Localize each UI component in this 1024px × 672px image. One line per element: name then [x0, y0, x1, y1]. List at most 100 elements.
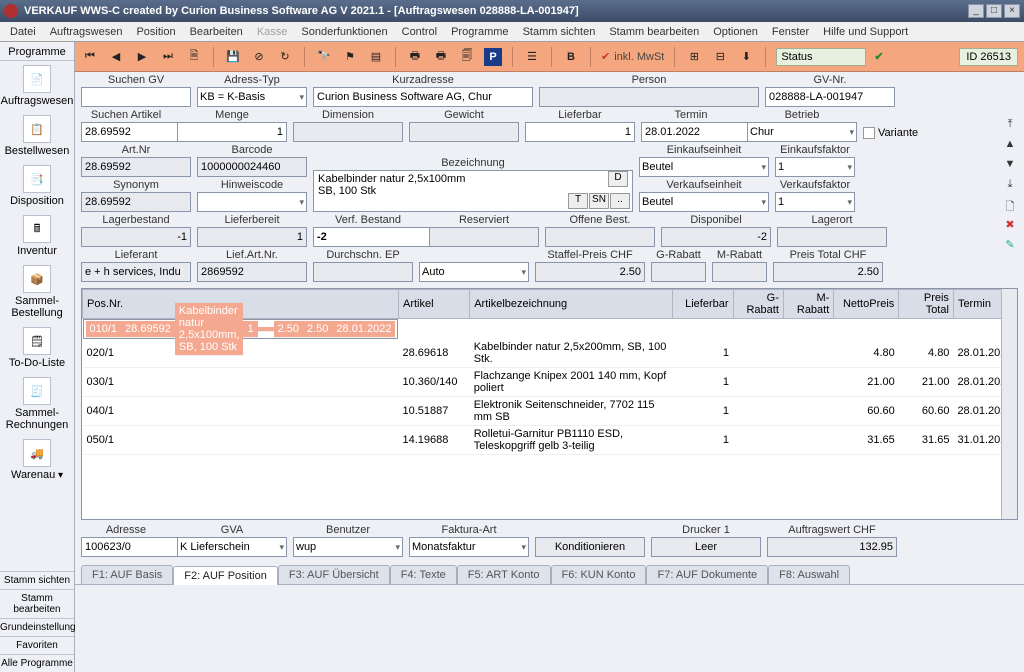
binoculars-icon[interactable]: 🔭 — [315, 48, 333, 66]
save-icon[interactable]: 💾 — [224, 48, 242, 66]
sidebar-item-todo[interactable]: 🗒To-Do-Liste — [0, 323, 74, 373]
print-icon[interactable]: 🖶 — [406, 48, 424, 66]
maximize-button[interactable]: □ — [986, 4, 1002, 18]
delete-row-icon[interactable]: ✖ — [1002, 218, 1018, 232]
scroll-up-icon[interactable]: ▲ — [1002, 138, 1018, 152]
lieferbar-input[interactable] — [525, 122, 635, 142]
menu-control[interactable]: Control — [396, 24, 443, 40]
tab-dokumente[interactable]: F7: AUF Dokumente — [646, 565, 768, 584]
flag-icon[interactable]: ⚑ — [341, 48, 359, 66]
scroll-top-icon[interactable]: ⤒ — [1002, 118, 1018, 132]
sidebar-btn-sichten[interactable]: Stamm sichten — [0, 571, 74, 589]
new-row-icon[interactable]: 🗋 — [1002, 198, 1018, 212]
menu-auftragswesen[interactable]: Auftragswesen — [44, 24, 129, 40]
tab-position[interactable]: F2: AUF Position — [173, 566, 278, 585]
prev-icon[interactable]: ◀ — [107, 48, 125, 66]
sn-button[interactable]: SN — [589, 193, 609, 209]
sidebar-item-disposition[interactable]: 📑Disposition — [0, 161, 74, 211]
tab-uebersicht[interactable]: F3: AUF Übersicht — [278, 565, 390, 584]
parking-icon[interactable]: P — [484, 48, 502, 66]
menge-input[interactable] — [177, 122, 287, 142]
faktura-select[interactable]: Monatsfaktur▾ — [409, 537, 529, 557]
menu-programme[interactable]: Programme — [445, 24, 514, 40]
sidebar-btn-grund[interactable]: Grundeinstellungen — [0, 618, 74, 636]
menu-stamm-bearb[interactable]: Stamm bearbeiten — [603, 24, 705, 40]
sidebar-item-bestellwesen[interactable]: 📋Bestellwesen — [0, 111, 74, 161]
scroll-bottom-icon[interactable]: ⤓ — [1002, 178, 1018, 192]
grid-scrollbar[interactable] — [1001, 289, 1017, 519]
sidebar-item-warenau[interactable]: 🚚Warenau ▾ — [0, 435, 74, 485]
vkf-select[interactable]: 1▾ — [775, 192, 855, 212]
cancel-icon[interactable]: ⊘ — [250, 48, 268, 66]
eke-select[interactable]: Beutel▾ — [639, 157, 769, 177]
sidebar-btn-alle[interactable]: Alle Programme — [0, 654, 74, 672]
right-nav-arrows: ⤒ ▲ ▼ ⤓ 🗋 ✖ ✎ — [1002, 118, 1018, 252]
adresstyp-select[interactable]: KB = K-Basis▾ — [197, 87, 307, 107]
menu-hilfe[interactable]: Hilfe und Support — [817, 24, 914, 40]
tool3-icon[interactable]: ⬇ — [737, 48, 755, 66]
gva-select[interactable]: K Lieferschein▾ — [177, 537, 287, 557]
sidebar-item-auftragswesen[interactable]: 📄Auftragswesen — [0, 61, 74, 111]
tab-basis[interactable]: F1: AUF Basis — [81, 565, 173, 584]
status-field[interactable]: Status — [776, 48, 866, 66]
tab-artkonto[interactable]: F5: ART Konto — [457, 565, 551, 584]
betrieb-select[interactable]: Chur▾ — [747, 122, 857, 142]
sidebar-item-sammel-rech[interactable]: 🧾Sammel-Rechnungen — [0, 373, 74, 435]
kurzadresse-input[interactable] — [313, 87, 533, 107]
hinweis-select[interactable]: ▾ — [197, 192, 307, 212]
menu-bearbeiten[interactable]: Bearbeiten — [184, 24, 249, 40]
variante-checkbox[interactable]: Variante — [863, 127, 918, 139]
dimension-input[interactable] — [293, 122, 403, 142]
benutzer-select[interactable]: wup▾ — [293, 537, 403, 557]
sidebar-item-inventur[interactable]: 🖩Inventur — [0, 211, 74, 261]
vke-select[interactable]: Beutel▾ — [639, 192, 769, 212]
menu-datei[interactable]: Datei — [4, 24, 42, 40]
table-row[interactable]: 030/110.360/140Flachzange Knipex 2001 14… — [83, 368, 1017, 397]
sidebar-btn-fav[interactable]: Favoriten — [0, 636, 74, 654]
ekf-select[interactable]: 1▾ — [775, 157, 855, 177]
menu-sonder[interactable]: Sonderfunktionen — [295, 24, 393, 40]
drucker-button[interactable]: Leer — [651, 537, 761, 557]
bold-icon[interactable]: B — [562, 48, 580, 66]
person-input[interactable] — [539, 87, 759, 107]
last-icon[interactable]: ⏭ — [159, 48, 177, 66]
sidebar-item-sammel-best[interactable]: 📦Sammel-Bestellung — [0, 261, 74, 323]
minimize-button[interactable]: _ — [968, 4, 984, 18]
first-icon[interactable]: ⏮ — [81, 48, 99, 66]
mwst-checkbox[interactable]: ✔inkl. MwSt — [601, 50, 664, 63]
more-button[interactable]: .. — [610, 193, 630, 209]
close-button[interactable]: × — [1004, 4, 1020, 18]
scroll-down-icon[interactable]: ▼ — [1002, 158, 1018, 172]
doc-icon[interactable]: 🗐 — [458, 48, 476, 66]
gvnr-input[interactable] — [765, 87, 895, 107]
d-button[interactable]: D — [608, 171, 628, 187]
list-icon[interactable]: ☰ — [523, 48, 541, 66]
tab-kunkonto[interactable]: F6: KUN Konto — [551, 565, 647, 584]
menu-optionen[interactable]: Optionen — [707, 24, 764, 40]
gewicht-input[interactable] — [409, 122, 519, 142]
table-row[interactable]: 010/128.69592Kabelbinder natur 2,5x100mm… — [83, 319, 399, 339]
print2-icon[interactable]: 🖶 — [432, 48, 450, 66]
new-icon[interactable]: 🗎 — [185, 48, 203, 66]
tool1-icon[interactable]: ⊞ — [685, 48, 703, 66]
refresh-icon[interactable]: ↻ — [276, 48, 294, 66]
menu-kasse[interactable]: Kasse — [251, 24, 294, 40]
menu-fenster[interactable]: Fenster — [766, 24, 815, 40]
batch-icon: 📦 — [23, 265, 51, 293]
auto-select[interactable]: Auto▾ — [419, 262, 529, 282]
next-icon[interactable]: ▶ — [133, 48, 151, 66]
tab-texte[interactable]: F4: Texte — [390, 565, 457, 584]
tool2-icon[interactable]: ⊟ — [711, 48, 729, 66]
menu-position[interactable]: Position — [130, 24, 181, 40]
form-icon[interactable]: ▤ — [367, 48, 385, 66]
t-button[interactable]: T — [568, 193, 588, 209]
suchen-gv-input[interactable] — [81, 87, 191, 107]
sidebar-btn-bearbeiten[interactable]: Stamm bearbeiten — [0, 589, 74, 618]
tab-auswahl[interactable]: F8: Auswahl — [768, 565, 850, 584]
menu-stamm-sichten[interactable]: Stamm sichten — [517, 24, 602, 40]
table-row[interactable]: 050/114.19688Rolletui-Garnitur PB1110 ES… — [83, 426, 1017, 455]
table-row[interactable]: 040/110.51887Elektronik Seitenschneider,… — [83, 397, 1017, 426]
konditionieren-button[interactable]: Konditionieren — [535, 537, 645, 557]
edit-row-icon[interactable]: ✎ — [1002, 238, 1018, 252]
position-grid[interactable]: Pos.Nr. Artikel Artikelbezeichnung Liefe… — [81, 288, 1018, 520]
